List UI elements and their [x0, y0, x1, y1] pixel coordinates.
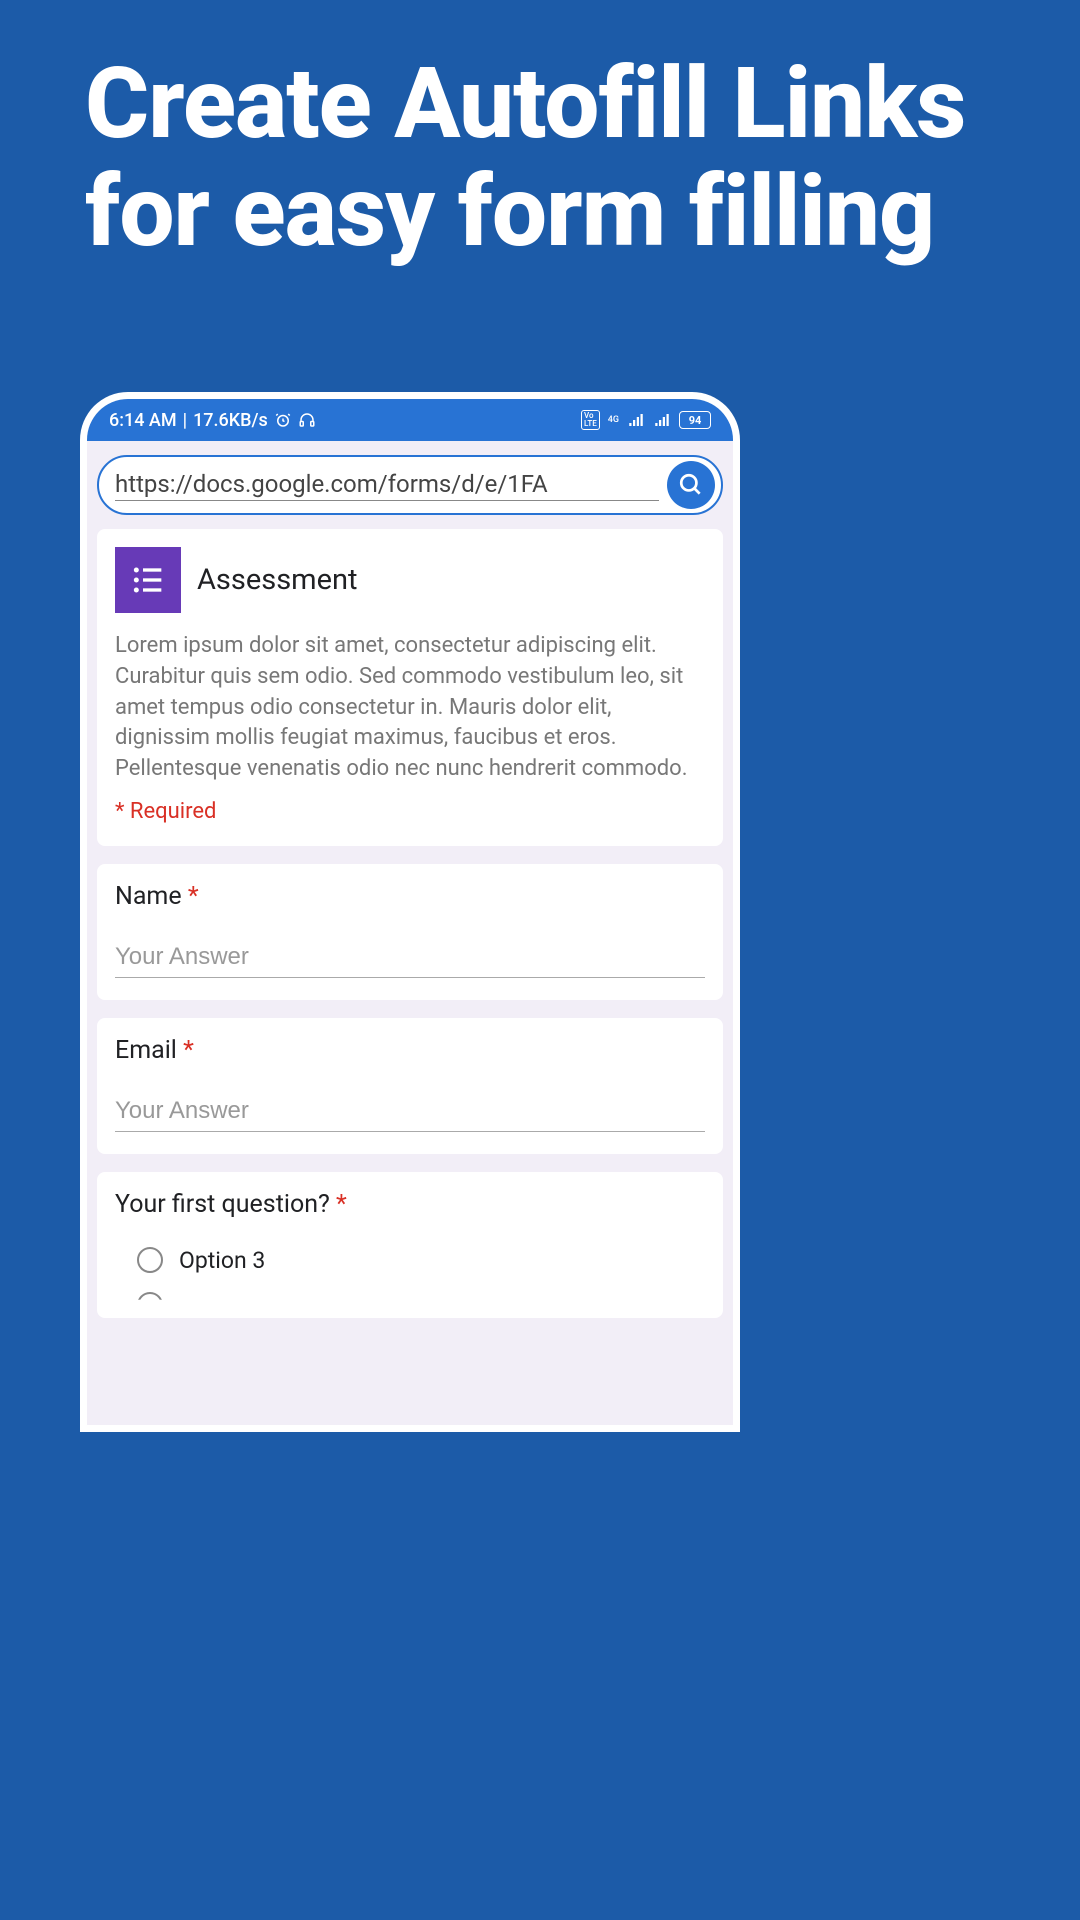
radio-circle-icon [137, 1292, 163, 1318]
question-text: Email [115, 1036, 177, 1065]
question-label-first: Your first question? * [115, 1190, 705, 1219]
form-title: Assessment [197, 563, 357, 597]
radio-label: Option 3 [179, 1247, 265, 1274]
status-separator: | [183, 410, 187, 431]
signal-icon-1 [627, 411, 645, 429]
question-label-name: Name * [115, 882, 705, 911]
form-list-icon [115, 547, 181, 613]
form-content: Assessment Lorem ipsum dolor sit amet, c… [87, 529, 733, 1318]
required-asterisk: * [188, 882, 199, 911]
required-asterisk: * [336, 1190, 347, 1219]
status-left: 6:14 AM | 17.6KB/s [109, 410, 316, 431]
form-header-card: Assessment Lorem ipsum dolor sit amet, c… [97, 529, 723, 846]
form-header-top: Assessment [115, 547, 705, 613]
form-description: Lorem ipsum dolor sit amet, consectetur … [115, 631, 705, 785]
status-right: VoLTE 4G 94 [581, 410, 711, 430]
radio-option-row[interactable]: Option 3 [115, 1247, 705, 1274]
headphone-icon [298, 411, 316, 429]
radio-circle-icon [137, 1247, 163, 1273]
phone-frame: 6:14 AM | 17.6KB/s VoLTE 4G 94 [80, 392, 740, 1432]
status-speed: 17.6KB/s [193, 410, 268, 431]
search-icon [678, 472, 704, 498]
question-label-email: Email * [115, 1036, 705, 1065]
url-bar[interactable]: https://docs.google.com/forms/d/e/1FA [97, 455, 723, 515]
required-note: * Required [115, 799, 705, 824]
search-button[interactable] [667, 461, 715, 509]
network-label: 4G [608, 416, 619, 425]
question-card-name: Name * [97, 864, 723, 1000]
radio-option-row-partial[interactable] [115, 1292, 705, 1318]
question-card-email: Email * [97, 1018, 723, 1154]
url-text[interactable]: https://docs.google.com/forms/d/e/1FA [115, 470, 659, 501]
alarm-icon [274, 411, 292, 429]
status-bar: 6:14 AM | 17.6KB/s VoLTE 4G 94 [87, 399, 733, 441]
volte-icon: VoLTE [581, 410, 600, 430]
question-card-first-question: Your first question? * Option 3 [97, 1172, 723, 1318]
battery-icon: 94 [679, 411, 711, 429]
url-bar-container: https://docs.google.com/forms/d/e/1FA [87, 441, 733, 529]
required-asterisk: * [183, 1036, 194, 1065]
name-input[interactable] [115, 939, 705, 978]
headline-text: Create Autofill Links for easy form fill… [85, 50, 1080, 266]
question-text: Your first question? [115, 1190, 330, 1219]
email-input[interactable] [115, 1093, 705, 1132]
signal-icon-2 [653, 411, 671, 429]
question-text: Name [115, 882, 182, 911]
status-time: 6:14 AM [109, 410, 177, 431]
phone-screen: 6:14 AM | 17.6KB/s VoLTE 4G 94 [87, 399, 733, 1425]
